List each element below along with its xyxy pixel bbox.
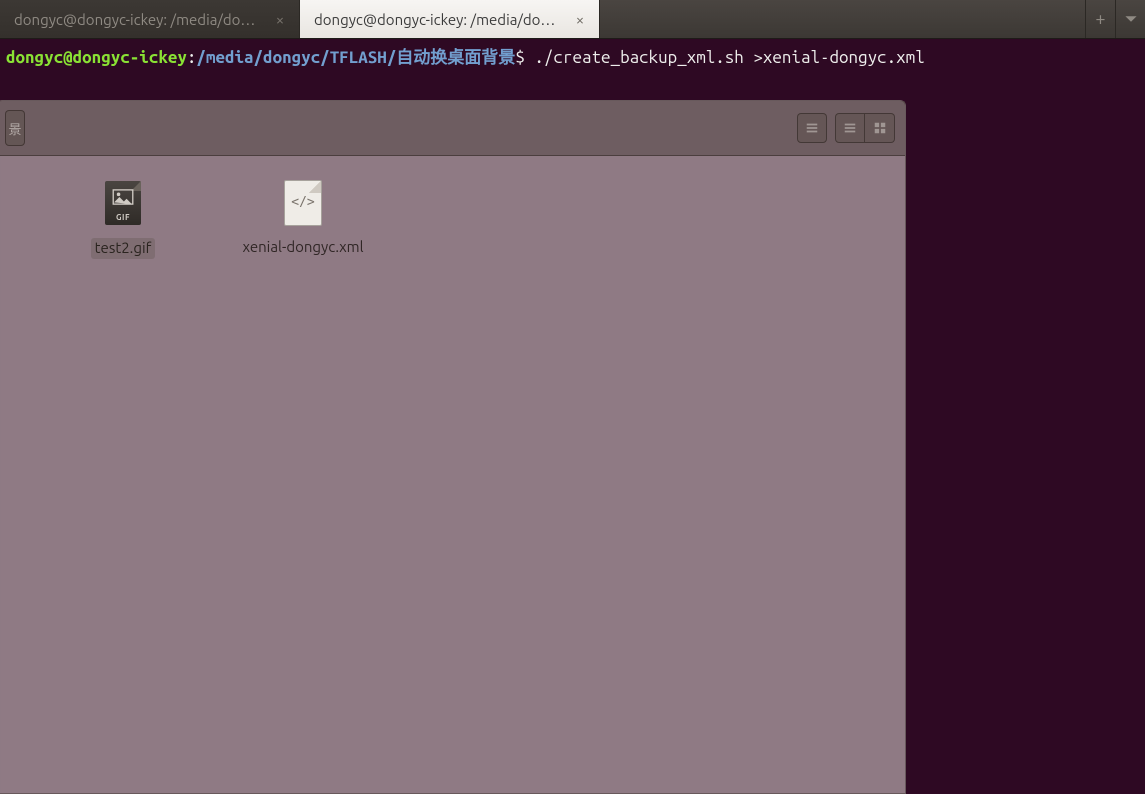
view-switcher [835,113,895,143]
chevron-down-icon [1124,12,1138,26]
gif-file-icon: GIF [99,174,147,232]
close-icon[interactable]: × [571,10,589,28]
prompt-command: ./create_backup_xml.sh >xenial-dongyc.xm… [534,48,924,67]
terminal-tab-1[interactable]: dongyc@dongyc-ickey: /media/dongyc/TFLAS… [300,0,600,38]
tab-menu-dropdown[interactable] [1115,0,1145,38]
prompt-userhost: dongyc@dongyc-ickey [6,48,187,67]
file-name-label: xenial-dongyc.xml [242,238,363,257]
terminal-tab-0[interactable]: dongyc@dongyc-ickey: /media/dongyc/TFLAS… [0,0,300,38]
hamburger-icon [805,121,819,135]
close-icon[interactable]: × [271,10,289,28]
xml-file-icon: </> [279,174,327,232]
grid-view-button[interactable] [865,113,895,143]
breadcrumb-segment[interactable]: 景 [5,110,25,146]
file-manager-headerbar: 景 [0,101,905,156]
prompt-sep: : [187,48,197,67]
file-name-label: test2.gif [91,238,156,259]
new-tab-button[interactable]: + [1085,0,1115,38]
terminal-tabbar: dongyc@dongyc-ickey: /media/dongyc/TFLAS… [0,0,1145,39]
file-item-sh[interactable]: # .sh [0,174,13,259]
prompt-path: /media/dongyc/TFLASH/自动换桌面背景 [196,48,515,67]
prompt-sigil: $ [515,48,534,67]
terminal-tab-label: dongyc@dongyc-ickey: /media/dongyc/TFLAS… [14,9,263,30]
gif-badge: GIF [105,213,141,222]
search-button[interactable] [797,113,827,143]
file-item-gif[interactable]: GIF test2.gif [73,174,173,259]
file-manager-window[interactable]: 景 # .sh GIF test [0,100,906,794]
file-pane[interactable]: # .sh GIF test2.gif </> xenial-dongyc.xm… [0,156,905,277]
terminal-tab-label: dongyc@dongyc-ickey: /media/dongyc/TFLAS… [314,9,563,30]
list-view-button[interactable] [835,113,865,143]
file-item-xml[interactable]: </> xenial-dongyc.xml [233,174,373,259]
list-view-icon [843,121,857,135]
grid-view-icon [873,121,887,135]
